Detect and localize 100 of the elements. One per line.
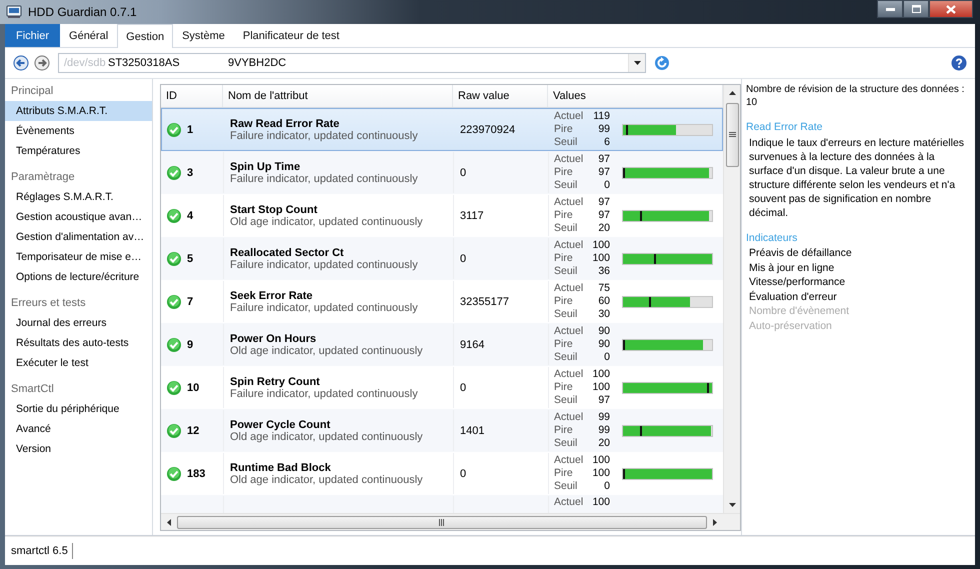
value-label: Pire: [554, 166, 574, 179]
value-label: Pire: [554, 338, 574, 351]
value-number: 0: [603, 480, 610, 493]
sidebar-item[interactable]: Gestion d'alimentation av…: [5, 227, 152, 247]
table-row[interactable]: 12 Power Cycle Count Old age indicator, updated continuously 1401 Actuel 99 Pire 99 Seuil 20: [161, 409, 723, 452]
value-number: 90: [597, 325, 610, 338]
value-number: 97: [597, 153, 610, 166]
value-number: 20: [597, 222, 610, 235]
attribute-type: Failure indicator, updated continuously: [230, 302, 418, 314]
value-number: 119: [592, 110, 610, 123]
scroll-left-icon[interactable]: [167, 518, 171, 526]
refresh-icon[interactable]: [654, 55, 670, 71]
table-row[interactable]: 9 Power On Hours Old age indicator, updated continuously 9164 Actuel 90 Pire 90 Seuil 0: [161, 323, 723, 366]
attribute-name: Runtime Bad Block: [230, 462, 331, 474]
maximize-button[interactable]: [903, 0, 929, 18]
value-number: 0: [603, 179, 610, 192]
value-label: Pire: [554, 123, 574, 136]
value-label: Actuel: [554, 196, 584, 209]
sidebar-item[interactable]: Gestion acoustique avan…: [5, 207, 152, 227]
attribute-type: Old age indicator, updated continuously: [230, 216, 423, 228]
sidebar-item[interactable]: Temporisateur de mise e…: [5, 247, 152, 267]
device-path: /dev/sdb: [63, 57, 107, 69]
attribute-id: 9: [187, 338, 194, 350]
value-number: 0: [603, 351, 610, 364]
back-icon[interactable]: [13, 55, 29, 71]
value-number: 30: [597, 308, 610, 321]
value-label: Pire: [554, 381, 574, 394]
dropdown-arrow-icon[interactable]: [634, 61, 640, 65]
ribbon-tab[interactable]: Général: [60, 24, 118, 47]
value-number: 99: [597, 123, 610, 136]
device-dropdown[interactable]: /dev/sdb ST3250318AS 9VYBH2DC: [58, 53, 646, 73]
attribute-id: 1: [187, 124, 194, 136]
ribbon-tab[interactable]: Gestion: [117, 24, 174, 48]
value-label: Actuel: [554, 411, 584, 424]
attribute-type: Failure indicator, updated continuously: [230, 258, 418, 270]
column-header[interactable]: ID: [161, 85, 223, 107]
table-row[interactable]: 5 Reallocated Sector Ct Failure indicator, updated continuously 0 Actuel 100 Pire 100 Seuil 36: [161, 237, 723, 280]
revision-value: 10: [746, 96, 758, 109]
scroll-thumb[interactable]: [177, 516, 707, 528]
close-button[interactable]: [929, 0, 973, 18]
grip-icon: [728, 132, 736, 138]
status-text: smartctl 6.5: [5, 543, 73, 559]
table-row[interactable]: Actuel 100: [161, 495, 723, 513]
indicator-item: Nombre d'évènement: [748, 304, 850, 318]
raw-value: 32355177: [460, 296, 509, 308]
sidebar-item[interactable]: Sortie du périphérique: [5, 399, 152, 419]
value-label: Actuel: [554, 282, 584, 295]
minimize-button[interactable]: [877, 0, 903, 18]
column-header[interactable]: Raw value: [453, 85, 548, 107]
ribbon-tab[interactable]: Système: [173, 24, 234, 47]
value-number: 100: [591, 496, 610, 509]
raw-value: 0: [460, 166, 466, 178]
value-number: 99: [597, 411, 610, 424]
table-row[interactable]: 3 Spin Up Time Failure indicator, updated continuously 0 Actuel 97 Pire 97 Seuil 0: [161, 151, 723, 194]
value-label: Actuel: [554, 454, 584, 467]
column-header[interactable]: Nom de l'attribut: [223, 85, 453, 107]
raw-value: 0: [460, 252, 466, 264]
attribute-name: Power On Hours: [230, 332, 316, 344]
sidebar-item[interactable]: Températures: [5, 141, 152, 161]
value-label: Seuil: [554, 351, 578, 364]
ribbon-tab[interactable]: Planificateur de test: [234, 24, 348, 47]
selected-row[interactable]: 1 Raw Read Error Rate Failure indicator, updated continuously 223970924 Actuel 119 Pire 99 Seuil 6: [161, 108, 723, 151]
value-number: 100: [591, 467, 610, 480]
raw-value: 1401: [460, 424, 484, 436]
file-menu-button[interactable]: Fichier: [5, 24, 60, 47]
device-serial: 9VYBH2DC: [228, 57, 288, 69]
attribute-name: Raw Read Error Rate: [230, 118, 340, 130]
scroll-right-icon[interactable]: [713, 518, 717, 526]
value-label: Seuil: [554, 136, 578, 149]
sidebar-item[interactable]: Résultats des auto-tests: [5, 333, 152, 353]
close-icon: [946, 4, 956, 14]
raw-value: 9164: [460, 338, 484, 350]
value-label: Seuil: [554, 394, 578, 407]
attribute-id: 7: [187, 296, 194, 308]
sidebar-item[interactable]: Options de lecture/écriture: [5, 267, 152, 287]
value-number: 20: [597, 437, 610, 450]
sidebar-item[interactable]: Réglages S.M.A.R.T.: [5, 187, 152, 207]
scroll-up-icon[interactable]: [728, 91, 736, 95]
attribute-name: Seek Error Rate: [230, 290, 313, 302]
forward-icon[interactable]: [34, 55, 50, 71]
scroll-thumb[interactable]: [726, 103, 738, 167]
sidebar-heading: Erreurs et tests: [10, 296, 87, 311]
value-label: Pire: [554, 424, 574, 437]
vertical-scrollbar[interactable]: [723, 85, 740, 513]
raw-value: 0: [460, 468, 466, 480]
sidebar-item[interactable]: Évènements: [5, 121, 152, 141]
value-label: Seuil: [554, 222, 578, 235]
value-label: Actuel: [554, 368, 584, 381]
sidebar-item[interactable]: Attributs S.M.A.R.T.: [5, 101, 152, 121]
value-number: 75: [597, 282, 610, 295]
attribute-type: Old age indicator, updated continuously: [230, 474, 423, 486]
indicator-item: Vitesse/performance: [748, 275, 846, 290]
value-number: 100: [591, 454, 610, 467]
sidebar-item[interactable]: Avancé: [5, 419, 152, 439]
sidebar-item[interactable]: Version: [5, 439, 152, 459]
scroll-down-icon[interactable]: [728, 503, 736, 507]
help-icon[interactable]: [951, 55, 967, 71]
sidebar-item[interactable]: Journal des erreurs: [5, 313, 152, 333]
indicator-item: Auto-préservation: [748, 318, 833, 333]
sidebar-item[interactable]: Exécuter le test: [5, 353, 152, 373]
